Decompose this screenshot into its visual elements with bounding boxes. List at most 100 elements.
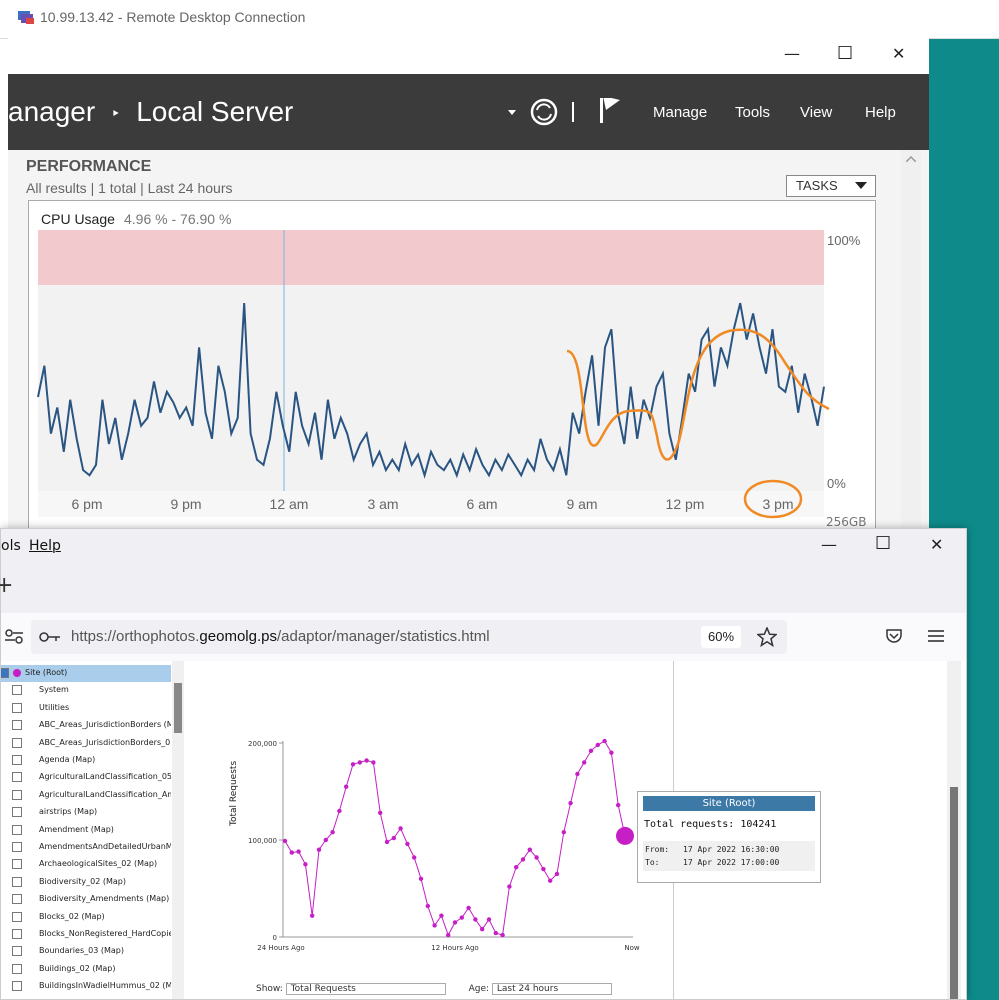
menu-view[interactable]: View [800, 104, 832, 121]
cpu-x-tick: 9 pm [170, 496, 201, 512]
tree-checkbox[interactable] [12, 824, 22, 835]
remote-desktop-icon [18, 11, 34, 24]
requests-data-point [616, 802, 621, 808]
zoom-indicator[interactable]: 60% [701, 626, 741, 648]
requests-data-point [310, 913, 315, 918]
cpu-x-tick: 12 pm [666, 496, 705, 512]
tree-checkbox[interactable] [1, 668, 9, 678]
hamburger-menu-icon[interactable] [928, 629, 944, 643]
requests-data-point [500, 932, 505, 938]
tree-item-label: Blocks_NonRegistered_HardCopie [39, 929, 171, 938]
tooltip-total: Total requests: 104241 [644, 819, 777, 830]
tree-checkbox[interactable] [12, 842, 22, 852]
menu-tools-partial[interactable]: ols [1, 538, 21, 554]
tree-item[interactable]: Buildings_02 (Map) [1, 961, 171, 978]
tree-item[interactable]: ArchaeologicalSites_02 (Map) [1, 856, 171, 873]
requests-data-point [344, 784, 349, 789]
tree-item-label: ABC_Areas_JurisdictionBorders_0 [39, 737, 171, 747]
tree-checkbox[interactable] [12, 755, 22, 765]
tree-item[interactable]: Utilities [1, 700, 171, 717]
maximize-button[interactable]: ☐ [837, 43, 853, 64]
tree-item[interactable]: Site (Root) [1, 665, 171, 682]
tree-item[interactable]: Agenda (Map) [1, 752, 171, 769]
requests-data-point [595, 742, 600, 748]
rdc-titlebar[interactable]: 10.99.13.42 - Remote Desktop Connection [0, 0, 999, 39]
tree-item[interactable]: AmendmentsAndDetailedUrbanM [1, 839, 171, 856]
requests-data-point [459, 915, 464, 920]
ff-maximize-button[interactable]: ☐ [875, 533, 891, 554]
tree-checkbox[interactable] [12, 789, 22, 800]
ff-close-button[interactable]: ✕ [930, 535, 943, 554]
requests-data-point [588, 748, 594, 753]
tree-checkbox[interactable] [12, 946, 22, 957]
tree-checkbox[interactable] [12, 894, 22, 905]
tasks-button[interactable]: TASKS [786, 175, 876, 197]
key-icon[interactable] [39, 631, 61, 643]
tree-checkbox[interactable] [12, 685, 22, 696]
scroll-up-icon [906, 156, 916, 162]
permissions-icon[interactable] [5, 629, 23, 645]
new-tab-button[interactable]: + [0, 573, 13, 598]
tree-checkbox[interactable] [12, 911, 22, 922]
requests-data-point [609, 750, 614, 755]
menu-help[interactable]: Help [29, 538, 61, 554]
requests-data-point [330, 830, 335, 835]
url-text[interactable]: https://orthophotos.geomolg.ps/adaptor/m… [71, 628, 490, 645]
show-select[interactable]: Total Requests [285, 983, 446, 995]
tree-item-label: ArchaeologicalSites_02 (Map) [39, 859, 158, 869]
requests-data-point [405, 841, 410, 847]
tree-item[interactable]: Biodiversity_02 (Map) [1, 874, 171, 891]
tree-item[interactable]: airstrips (Map) [1, 804, 171, 821]
dropdown-arrow-icon [508, 110, 516, 115]
tree-scroll-thumb[interactable] [174, 683, 182, 733]
bookmark-star-icon[interactable] [757, 627, 777, 647]
requests-series-line [284, 740, 626, 937]
tree-item-label: ABC_Areas_JurisdictionBorders (M [39, 720, 171, 730]
tree-item[interactable]: BuildingsInWadielHummus_02 (M [1, 978, 171, 995]
tree-checkbox[interactable] [12, 702, 22, 713]
tree-checkbox[interactable] [12, 981, 22, 992]
tree-item[interactable]: Blocks_02 (Map) [1, 909, 171, 926]
pocket-icon[interactable] [885, 627, 903, 645]
age-label: Age: [468, 984, 490, 994]
page-scroll-thumb[interactable] [950, 787, 958, 999]
requests-data-point [452, 920, 458, 925]
tree-checkbox[interactable] [12, 929, 22, 939]
tree-checkbox[interactable] [12, 772, 22, 783]
requests-x-tick: 12 Hours Ago [431, 944, 478, 952]
requests-data-point [350, 762, 356, 767]
requests-data-point [439, 913, 444, 918]
minimize-button[interactable]: — [784, 44, 800, 63]
tree-checkbox[interactable] [12, 876, 22, 887]
tree-item[interactable]: ABC_Areas_JurisdictionBorders_0 [1, 735, 171, 752]
tree-checkbox[interactable] [12, 720, 22, 731]
chart-controls: Show: Total Requests Age: Last 24 hours [256, 983, 612, 995]
tree-item[interactable]: AgriculturalLandClassification_Am [1, 787, 171, 804]
requests-y-tick: 0 [273, 934, 277, 942]
server-manager-scrollbar[interactable] [901, 150, 921, 530]
tree-item[interactable]: Boundaries_03 (Map) [1, 943, 171, 960]
menu-manage[interactable]: Manage [653, 104, 707, 121]
tree-item[interactable]: Biodiversity_Amendments (Map) [1, 891, 171, 908]
menu-help[interactable]: Help [865, 104, 896, 121]
age-select[interactable]: Last 24 hours [491, 983, 612, 995]
tree-checkbox[interactable] [12, 807, 22, 818]
ff-minimize-button[interactable]: — [821, 535, 837, 554]
url-bar[interactable]: https://orthophotos.geomolg.ps/adaptor/m… [31, 620, 787, 654]
tree-item[interactable]: ABC_Areas_JurisdictionBorders (M [1, 717, 171, 734]
tree-item[interactable]: System [1, 682, 171, 699]
tree-item-label: Utilities [39, 702, 70, 712]
tree-checkbox[interactable] [12, 963, 22, 974]
tree-checkbox[interactable] [12, 859, 22, 870]
tree-checkbox[interactable] [12, 737, 22, 748]
page-scrollbar[interactable] [947, 661, 961, 999]
tree-item[interactable]: Blocks_NonRegistered_HardCopie [1, 926, 171, 943]
close-button[interactable]: ✕ [892, 44, 905, 63]
tree-item[interactable]: Amendment (Map) [1, 822, 171, 839]
tree-scrollbar[interactable] [172, 661, 184, 999]
requests-data-point [303, 862, 308, 867]
tree-item-label: Blocks_02 (Map) [39, 911, 105, 921]
tree-item[interactable]: AgriculturalLandClassification_05 [1, 769, 171, 786]
menu-tools[interactable]: Tools [735, 104, 770, 121]
tree-item-label: Amendment (Map) [39, 824, 114, 834]
